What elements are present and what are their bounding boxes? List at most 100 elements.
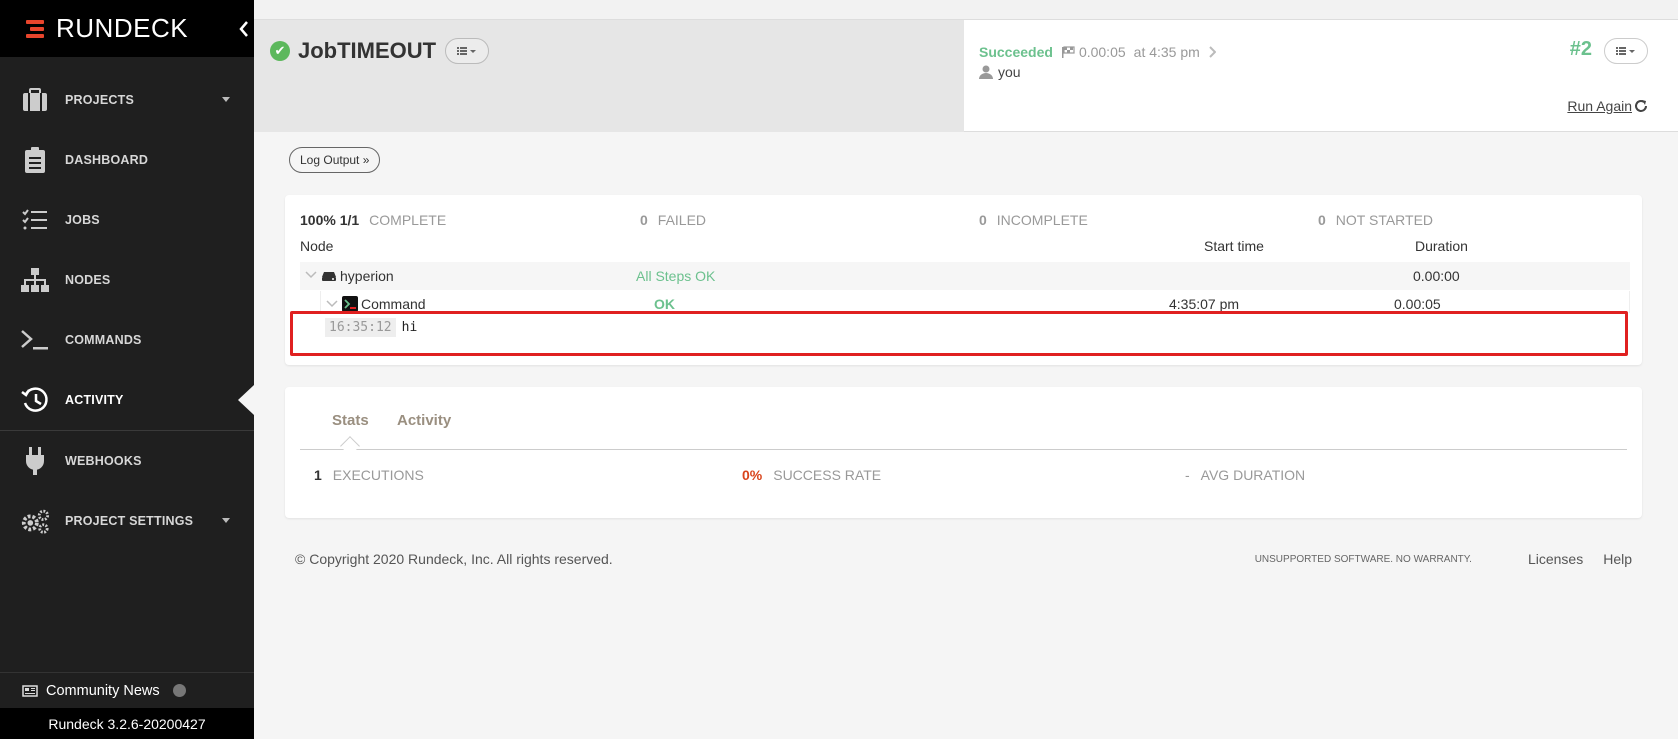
- run-again-link[interactable]: Run Again: [1567, 98, 1648, 114]
- not-started-summary: 0 NOT STARTED: [1318, 212, 1433, 228]
- sidebar-item-jobs[interactable]: JOBS: [0, 190, 254, 250]
- execution-user: you: [998, 64, 1021, 80]
- sidebar-item-projects[interactable]: PROJECTS: [0, 70, 254, 130]
- sidebar-item-label: DASHBOARD: [65, 153, 149, 167]
- sidebar-item-project-settings[interactable]: PROJECT SETTINGS: [0, 491, 254, 551]
- node-status: All Steps OK: [636, 268, 716, 284]
- step-start-time: 4:35:07 pm: [1169, 296, 1240, 312]
- sidebar-item-label: ACTIVITY: [65, 393, 124, 407]
- execution-status-row: Succeeded 0.00:05 at 4:35 pm: [979, 44, 1216, 60]
- chevron-right-icon[interactable]: [1208, 46, 1216, 58]
- execution-time: at 4:35 pm: [1133, 44, 1200, 60]
- node-column-header: Node: [300, 238, 334, 254]
- failed-value: 0: [640, 212, 648, 228]
- stats-card: Stats Activity 1 EXECUTIONS 0% SUCCESS R…: [285, 387, 1642, 518]
- executions-stat: 1 EXECUTIONS: [314, 467, 424, 483]
- avg-duration-value: -: [1185, 467, 1190, 483]
- community-news-label: Community News: [46, 682, 160, 699]
- gears-icon: [20, 506, 50, 536]
- version-label: Rundeck 3.2.6-20200427: [0, 708, 254, 739]
- sidebar-item-commands[interactable]: COMMANDS: [0, 310, 254, 370]
- flag-icon: [1061, 46, 1075, 58]
- step-row[interactable]: Command OK 4:35:07 pm 0.00:05: [320, 291, 1630, 313]
- success-rate-value: 0%: [742, 467, 763, 483]
- sidebar: RUNDECK PROJECTS DASHBOARD JOBS NODES CO…: [0, 0, 254, 739]
- logo-bar: RUNDECK: [0, 0, 254, 57]
- job-header: ✔ JobTIMEOUT: [254, 20, 964, 132]
- active-tab-pointer: [340, 436, 361, 456]
- execution-status-panel: Succeeded 0.00:05 at 4:35 pm you #2 Run …: [964, 20, 1678, 132]
- help-link[interactable]: Help: [1603, 551, 1632, 567]
- incomplete-label: INCOMPLETE: [996, 212, 1088, 228]
- incomplete-value: 0: [979, 212, 987, 228]
- duration-column-header: Duration: [1415, 238, 1468, 254]
- rundeck-logo-icon: [26, 18, 48, 40]
- sitemap-icon: [20, 265, 50, 295]
- execution-user-row: you: [979, 64, 1021, 80]
- terminal-icon: [20, 325, 50, 355]
- caret-down-icon: [222, 518, 230, 523]
- status-label: Succeeded: [979, 44, 1053, 60]
- execution-duration: 0.00:05: [1078, 44, 1126, 60]
- sidebar-item-label: PROJECTS: [65, 93, 134, 107]
- failed-summary: 0 FAILED: [640, 212, 706, 228]
- avg-duration-stat: - AVG DURATION: [1185, 467, 1305, 483]
- node-name[interactable]: hyperion: [340, 268, 394, 284]
- sidebar-collapse-button[interactable]: [234, 14, 254, 44]
- chevron-down-icon[interactable]: [326, 300, 338, 308]
- user-icon: [979, 65, 993, 79]
- avg-duration-label: AVG DURATION: [1200, 467, 1306, 483]
- sidebar-item-webhooks[interactable]: WEBHOOKS: [0, 431, 254, 491]
- node-row[interactable]: hyperion All Steps OK 0.00:00: [300, 262, 1630, 290]
- caret-down-icon: [222, 97, 230, 102]
- sidebar-item-dashboard[interactable]: DASHBOARD: [0, 130, 254, 190]
- incomplete-summary: 0 INCOMPLETE: [979, 212, 1088, 228]
- log-output-button[interactable]: Log Output »: [289, 147, 381, 173]
- job-actions-menu-button[interactable]: [445, 38, 490, 64]
- complete-value: 100% 1/1: [300, 212, 360, 228]
- execution-number[interactable]: #2: [1570, 38, 1592, 61]
- licenses-link[interactable]: Licenses: [1528, 551, 1583, 567]
- history-icon: [20, 385, 50, 415]
- brand-name: RUNDECK: [56, 13, 189, 43]
- executions-label: EXECUTIONS: [332, 467, 424, 483]
- footer-warranty: UNSUPPORTED SOFTWARE. NO WARRANTY.: [1254, 553, 1472, 565]
- sidebar-item-nodes[interactable]: NODES: [0, 250, 254, 310]
- chevron-down-icon[interactable]: [305, 271, 317, 279]
- complete-summary: 100% 1/1 COMPLETE: [300, 212, 446, 228]
- briefcase-icon: [20, 85, 50, 115]
- failed-label: FAILED: [657, 212, 707, 228]
- success-rate-stat: 0% SUCCESS RATE: [742, 467, 881, 483]
- task-list-icon: [20, 205, 50, 235]
- tab-activity[interactable]: Activity: [397, 412, 451, 429]
- sidebar-item-label: PROJECT SETTINGS: [65, 514, 194, 528]
- executions-value: 1: [314, 467, 322, 483]
- job-title-row: ✔ JobTIMEOUT: [270, 38, 490, 64]
- active-indicator: [238, 385, 254, 415]
- sidebar-item-activity[interactable]: ACTIVITY: [0, 370, 254, 430]
- run-again-label: Run Again: [1567, 98, 1632, 114]
- clipboard-icon: [20, 145, 50, 175]
- job-title[interactable]: JobTIMEOUT: [298, 38, 436, 64]
- step-name: Command: [361, 296, 426, 312]
- complete-label: COMPLETE: [369, 212, 447, 228]
- execution-actions-menu-button[interactable]: [1604, 38, 1648, 64]
- step-status: OK: [654, 296, 675, 312]
- sidebar-item-label: WEBHOOKS: [65, 454, 142, 468]
- success-rate-label: SUCCESS RATE: [773, 467, 882, 483]
- tab-stats[interactable]: Stats: [332, 412, 369, 456]
- not-started-value: 0: [1318, 212, 1326, 228]
- footer-links: UNSUPPORTED SOFTWARE. NO WARRANTY. Licen…: [1255, 551, 1632, 567]
- community-news-link[interactable]: Community News: [0, 672, 254, 708]
- refresh-icon: [1635, 100, 1647, 112]
- not-started-label: NOT STARTED: [1335, 212, 1434, 228]
- chevron-left-icon: [239, 21, 248, 37]
- sidebar-item-label: COMMANDS: [65, 333, 142, 347]
- server-icon: [322, 272, 336, 281]
- list-caret-icon: [457, 47, 477, 55]
- node-duration: 0.00:00: [1413, 268, 1460, 284]
- sidebar-item-label: JOBS: [65, 213, 100, 227]
- plug-icon: [20, 446, 50, 476]
- footer-copyright: © Copyright 2020 Rundeck, Inc. All right…: [295, 551, 613, 567]
- highlight-annotation-box: [290, 311, 1628, 356]
